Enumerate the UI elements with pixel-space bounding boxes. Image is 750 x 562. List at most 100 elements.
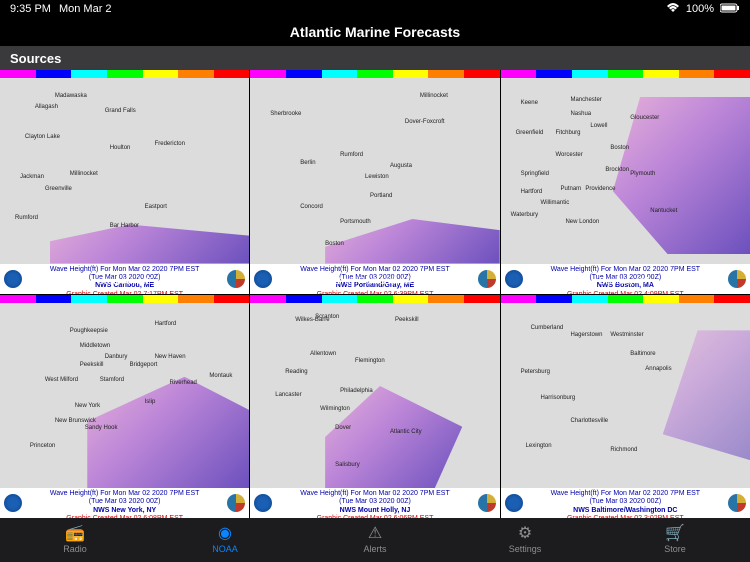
map-newyork: HartfordPoughkeepsieMiddletownNew HavenD… <box>0 303 249 489</box>
place-label: Clayton Lake <box>25 134 60 140</box>
place-label: Hagerstown <box>570 332 602 338</box>
place-label: Rumford <box>340 152 363 158</box>
place-label: Worcester <box>556 152 583 158</box>
place-label: Baltimore <box>630 351 655 357</box>
place-label: Annapolis <box>645 366 671 372</box>
place-label: Philadelphia <box>340 388 373 394</box>
map-caption: Wave Height(ft) For Mon Mar 02 2020 7PM … <box>501 488 750 518</box>
place-label: New Brunswick <box>55 418 96 424</box>
place-label: Dover <box>335 425 351 431</box>
place-label: Cumberland <box>531 325 564 331</box>
place-label: Putnam <box>560 186 581 192</box>
place-label: Westminster <box>610 332 643 338</box>
place-label: Gloucester <box>630 115 659 121</box>
forecast-cell-caribou[interactable]: MadawaskaAllagashGrand FallsClayton Lake… <box>0 70 249 294</box>
place-label: Greenfield <box>516 130 544 136</box>
place-label: Manchester <box>570 97 601 103</box>
map-portland: MillinocketSherbrookeDover-FoxcroftRumfo… <box>250 78 499 264</box>
forecast-cell-boston[interactable]: KeeneManchesterNashuaGloucesterGreenfiel… <box>501 70 750 294</box>
place-label: Greenville <box>45 186 72 192</box>
map-caption: Wave Height(ft) For Mon Mar 02 2020 7PM … <box>250 488 499 518</box>
place-label: West Milford <box>45 377 78 383</box>
place-label: Dover-Foxcroft <box>405 119 445 125</box>
color-scale <box>501 70 750 78</box>
place-label: Montauk <box>209 373 232 379</box>
place-label: Plymouth <box>630 171 655 177</box>
place-label: Hartford <box>521 189 543 195</box>
place-label: Hartford <box>155 321 177 327</box>
place-label: Danbury <box>105 354 128 360</box>
map-caribou: MadawaskaAllagashGrand FallsClayton Lake… <box>0 78 249 264</box>
place-label: Allentown <box>310 351 336 357</box>
place-label: Princeton <box>30 443 55 449</box>
tab-alerts[interactable]: ⚠ Alerts <box>300 518 450 562</box>
place-label: Wilmington <box>320 406 350 412</box>
alert-icon: ⚠ <box>368 526 382 542</box>
place-label: Lancaster <box>275 392 301 398</box>
place-label: Fitchburg <box>556 130 581 136</box>
place-label: Atlantic City <box>390 429 422 435</box>
tab-settings[interactable]: ⚙ Settings <box>450 518 600 562</box>
place-label: Lowell <box>590 123 607 129</box>
map-boston: KeeneManchesterNashuaGloucesterGreenfiel… <box>501 78 750 264</box>
place-label: Peekskill <box>80 362 104 368</box>
place-label: Salisbury <box>335 462 360 468</box>
place-label: New Haven <box>155 354 186 360</box>
forecast-cell-mtholly[interactable]: Wilkes-BarreScrantonPeekskillAllentownFl… <box>250 295 499 519</box>
cell-label-boston: Boston, MA <box>500 276 750 287</box>
place-label: Petersburg <box>521 369 550 375</box>
place-label: Islip <box>145 399 156 405</box>
gear-icon: ⚙ <box>518 526 532 542</box>
place-label: Scranton <box>315 314 339 320</box>
place-label: Lexington <box>526 443 552 449</box>
place-label: Jackman <box>20 174 44 180</box>
tab-radio[interactable]: 📻 Radio <box>0 518 150 562</box>
place-label: Grand Falls <box>105 108 136 114</box>
place-label: New London <box>565 219 599 225</box>
place-label: Willimantic <box>541 200 570 206</box>
place-label: Reading <box>285 369 307 375</box>
place-label: Boston <box>325 241 344 247</box>
place-label: Madawaska <box>55 93 87 99</box>
place-label: Nashua <box>570 111 591 117</box>
color-scale <box>501 295 750 303</box>
sources-button[interactable]: Sources <box>0 46 750 70</box>
battery-percent: 100% <box>686 3 714 15</box>
battery-icon <box>720 3 740 16</box>
forecast-cell-portland[interactable]: MillinocketSherbrookeDover-FoxcroftRumfo… <box>250 70 499 294</box>
place-label: Bridgeport <box>130 362 158 368</box>
place-label: Springfield <box>521 171 549 177</box>
status-date: Mon Mar 2 <box>59 3 112 15</box>
color-scale <box>0 295 249 303</box>
cell-label-portland: Gray/Portland, ME <box>250 276 500 287</box>
place-label: Bar Harbor <box>110 223 139 229</box>
nav-bar: Atlantic Marine Forecasts <box>0 18 750 46</box>
tab-bar: 📻 Radio ◉ NOAA ⚠ Alerts ⚙ Settings 🛒 Sto… <box>0 518 750 562</box>
place-label: Charlottesville <box>570 418 608 424</box>
place-label: Houlton <box>110 145 131 151</box>
tab-noaa[interactable]: ◉ NOAA <box>150 518 300 562</box>
place-label: Concord <box>300 204 323 210</box>
forecast-cell-newyork[interactable]: HartfordPoughkeepsieMiddletownNew HavenD… <box>0 295 249 519</box>
place-label: Portland <box>370 193 392 199</box>
map-baltimore: Cumberland Hagerstown Westminster Baltimore… <box>501 303 750 489</box>
nws-logo-icon <box>728 494 746 512</box>
place-label: New York <box>75 403 100 409</box>
status-bar: 9:35 PM Mon Mar 2 100% <box>0 0 750 18</box>
place-label: Richmond <box>610 447 637 453</box>
place-label: Sherbrooke <box>270 111 301 117</box>
place-label: Middletown <box>80 343 110 349</box>
place-label: Harrisonburg <box>541 395 576 401</box>
nws-logo-icon <box>478 494 496 512</box>
place-label: Nantucket <box>650 208 677 214</box>
tab-store[interactable]: 🛒 Store <box>600 518 750 562</box>
place-label: Rumford <box>15 215 38 221</box>
place-label: Fredericton <box>155 141 185 147</box>
map-caption: Wave Height(ft) For Mon Mar 02 2020 7PM … <box>0 488 249 518</box>
place-label: Waterbury <box>511 212 538 218</box>
place-label: Augusta <box>390 163 412 169</box>
wifi-icon <box>666 3 680 16</box>
place-label: Millinocket <box>70 171 98 177</box>
radio-icon: 📻 <box>65 526 85 542</box>
forecast-cell-baltimore[interactable]: Cumberland Hagerstown Westminster Baltimore… <box>501 295 750 519</box>
